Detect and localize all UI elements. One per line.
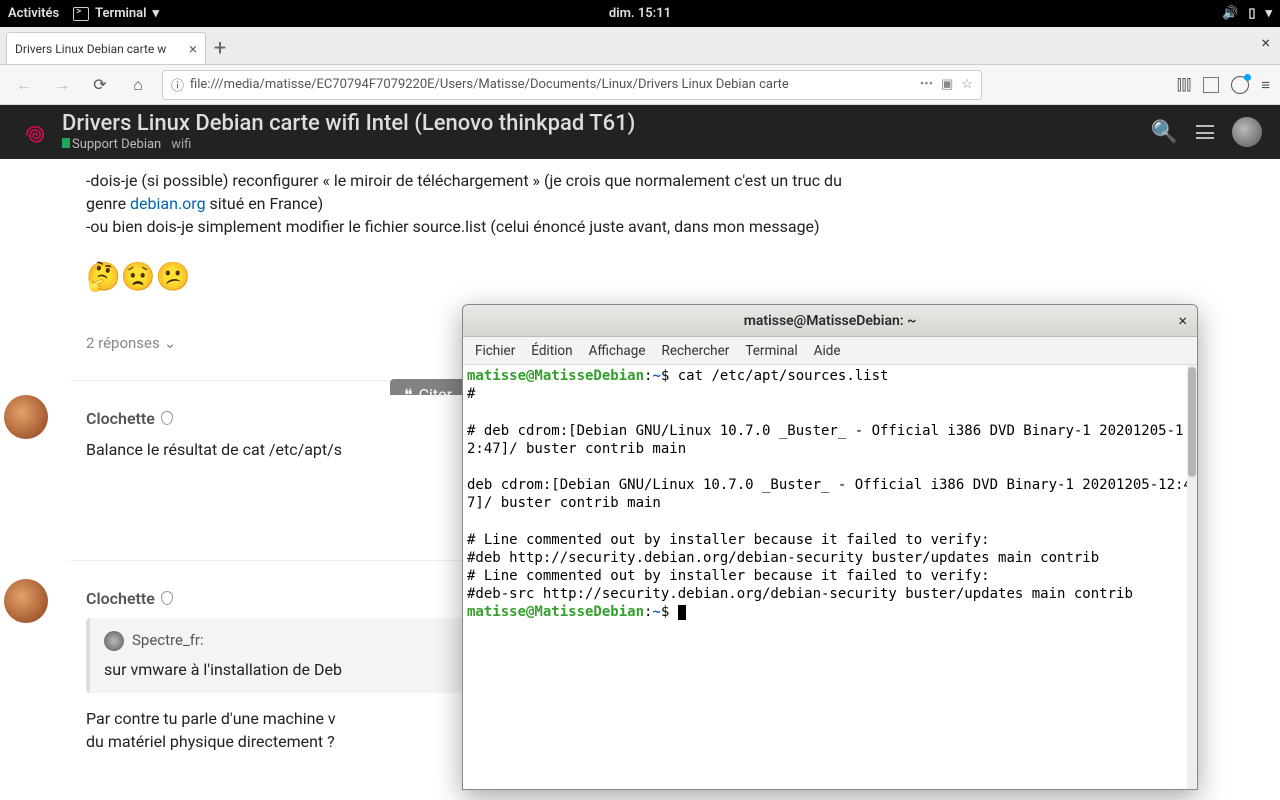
chevron-down-icon[interactable]: ▾: [1265, 6, 1272, 21]
quote-author[interactable]: Spectre_fr:: [132, 630, 204, 652]
user-avatar[interactable]: [1232, 117, 1262, 147]
menu-item[interactable]: Rechercher: [662, 343, 730, 359]
browser-toolbar: ← → ⟳ ⌂ ⓘ file:///media/matisse/EC70794F…: [0, 65, 1280, 105]
text: -ou bien dois-je simplement modifier le …: [86, 217, 820, 236]
home-button[interactable]: ⌂: [124, 71, 152, 99]
browser-tab-strip: Drivers Linux Debian carte w × + ×: [0, 27, 1280, 65]
menu-item[interactable]: Édition: [531, 343, 572, 359]
reader-mode-icon[interactable]: ▣: [941, 77, 953, 92]
search-icon[interactable]: 🔍: [1151, 120, 1178, 145]
new-tab-button[interactable]: +: [206, 34, 234, 64]
post-body: -dois-je (si possible) reconfigurer « le…: [86, 169, 874, 239]
user-avatar[interactable]: [4, 395, 48, 439]
terminal-line: # deb cdrom:[Debian GNU/Linux 10.7.0 _Bu…: [467, 423, 1183, 457]
clock[interactable]: dim. 15:11: [609, 6, 671, 21]
menu-item[interactable]: Fichier: [475, 343, 515, 359]
reload-button[interactable]: ⟳: [86, 71, 114, 99]
terminal-output[interactable]: matisse@MatisseDebian:~$ cat /etc/apt/so…: [463, 365, 1197, 789]
battery-icon[interactable]: ▯: [1248, 6, 1255, 21]
debian-logo-icon[interactable]: [18, 115, 52, 149]
url-text: file:///media/matisse/EC70794F7079220E/U…: [190, 77, 914, 92]
chevron-down-icon: ⌄: [164, 333, 177, 355]
emoji-row: 🤔😟😕: [86, 257, 874, 298]
tab-title: Drivers Linux Debian carte w: [15, 42, 189, 56]
moderator-shield-icon: [161, 411, 173, 425]
terminal-line: #deb-src http://security.debian.org/debi…: [467, 586, 1133, 602]
volume-icon[interactable]: 🔊: [1222, 6, 1238, 21]
more-icon[interactable]: •••: [920, 77, 933, 92]
terminal-line: deb cdrom:[Debian GNU/Linux 10.7.0 _Bust…: [467, 477, 1192, 511]
close-tab-icon[interactable]: ×: [189, 40, 197, 58]
topic-title[interactable]: Drivers Linux Debian carte wifi Intel (L…: [62, 112, 635, 136]
link-debian-org[interactable]: debian.org: [130, 194, 206, 213]
terminal-line: #deb http://security.debian.org/debian-s…: [467, 550, 1099, 566]
terminal-titlebar[interactable]: matisse@MatisseDebian: ~ ×: [463, 305, 1197, 337]
category-link[interactable]: Support Debian: [62, 137, 161, 152]
close-icon[interactable]: ×: [1178, 311, 1187, 330]
menu-item[interactable]: Affichage: [589, 343, 646, 359]
hamburger-menu-icon[interactable]: [1196, 125, 1214, 139]
terminal-icon: [73, 7, 89, 21]
quote-avatar: [104, 631, 124, 651]
terminal-command: cat /etc/apt/sources.list: [678, 368, 889, 384]
tag-link[interactable]: wifi: [171, 137, 191, 152]
user-avatar[interactable]: [4, 579, 48, 623]
terminal-title: matisse@MatisseDebian: ~: [744, 313, 917, 329]
browser-tab[interactable]: Drivers Linux Debian carte w ×: [6, 32, 206, 64]
forward-button[interactable]: →: [48, 71, 76, 99]
active-app-label: Terminal: [95, 6, 146, 21]
library-icon[interactable]: ⫿⫿⫿: [1177, 76, 1191, 94]
menu-icon[interactable]: ≡: [1261, 76, 1270, 94]
window-close-icon[interactable]: ×: [1261, 33, 1270, 52]
terminal-window[interactable]: matisse@MatisseDebian: ~ × Fichier Éditi…: [462, 304, 1198, 790]
moderator-shield-icon: [161, 591, 173, 605]
back-button[interactable]: ←: [10, 71, 38, 99]
chevron-down-icon: ▾: [153, 6, 160, 21]
terminal-line: #: [467, 386, 484, 402]
terminal-scrollbar[interactable]: [1187, 365, 1197, 789]
text: situé en France): [206, 194, 324, 213]
account-icon[interactable]: [1231, 76, 1249, 94]
bookmark-star-icon[interactable]: ☆: [961, 77, 973, 92]
forum-header: Drivers Linux Debian carte wifi Intel (L…: [0, 105, 1280, 159]
menu-item[interactable]: Aide: [814, 343, 841, 359]
active-app-menu[interactable]: Terminal ▾: [73, 6, 159, 21]
activities-button[interactable]: Activités: [8, 6, 59, 21]
gnome-top-bar: Activités Terminal ▾ dim. 15:11 🔊 ▯ ▾: [0, 0, 1280, 27]
replies-toggle[interactable]: 2 réponses ⌄: [86, 333, 176, 355]
sidebar-icon[interactable]: [1203, 77, 1219, 93]
address-bar[interactable]: ⓘ file:///media/matisse/EC70794F7079220E…: [162, 70, 982, 100]
terminal-line: # Line commented out by installer becaus…: [467, 568, 990, 584]
terminal-line: # Line commented out by installer becaus…: [467, 532, 990, 548]
terminal-cursor: [678, 605, 686, 620]
terminal-menubar: Fichier Édition Affichage Rechercher Ter…: [463, 337, 1197, 365]
info-icon[interactable]: ⓘ: [171, 75, 184, 94]
menu-item[interactable]: Terminal: [745, 343, 797, 359]
